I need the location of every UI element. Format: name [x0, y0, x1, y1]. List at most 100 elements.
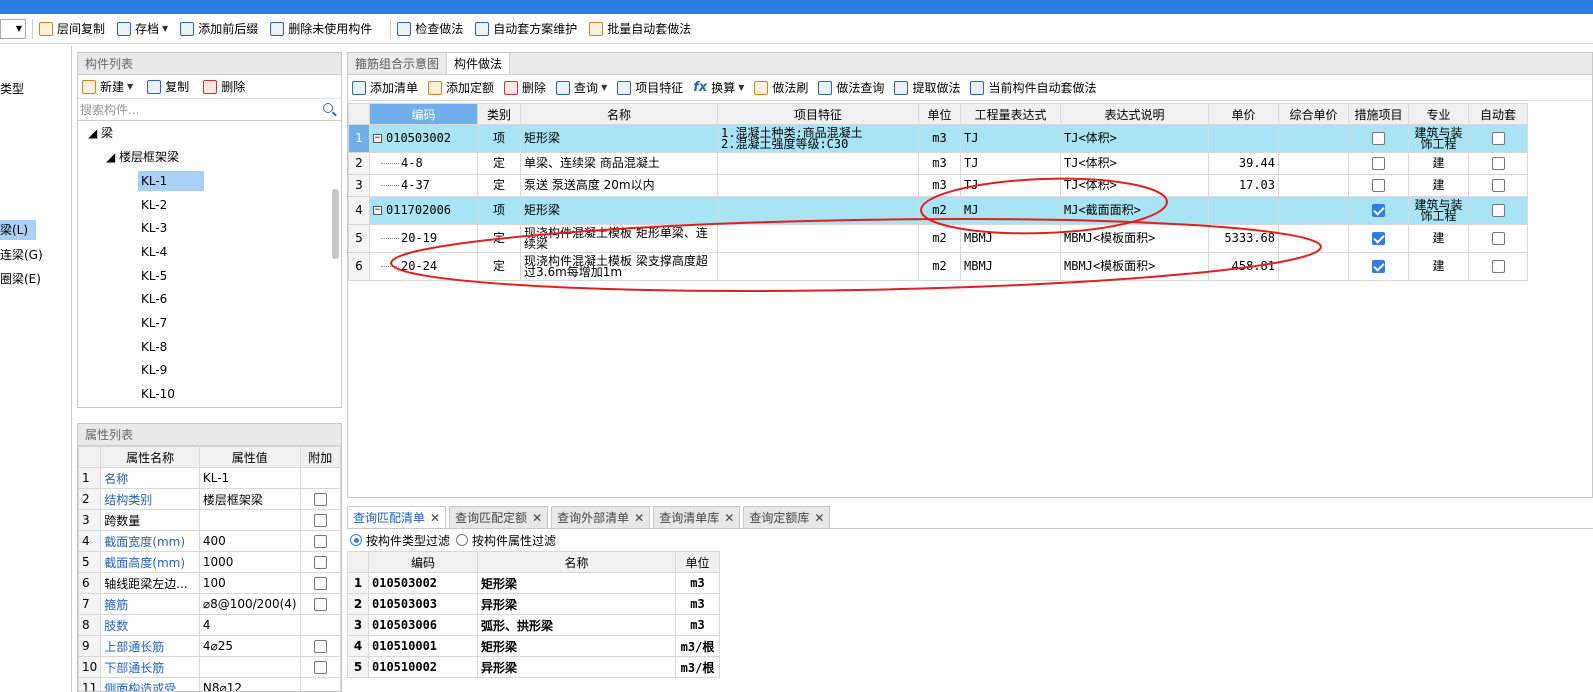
- property-row[interactable]: 1 名称 KL-1: [78, 467, 341, 489]
- property-row[interactable]: 8 肢数 4: [78, 614, 341, 636]
- row-number[interactable]: 4: [348, 196, 370, 225]
- grid-header-measure[interactable]: 措施项目: [1348, 103, 1409, 125]
- close-icon[interactable]: ✕: [634, 511, 644, 525]
- property-row[interactable]: 2 结构类别 楼层框架梁: [78, 488, 341, 510]
- tree-item[interactable]: KL-9: [141, 360, 167, 380]
- grid-header-cprice[interactable]: 综合单价: [1278, 103, 1349, 125]
- query-name[interactable]: 矩形梁: [477, 635, 676, 657]
- row-unit[interactable]: m2: [918, 224, 961, 253]
- query-unit[interactable]: m3: [675, 593, 720, 615]
- query-name[interactable]: 异形梁: [477, 593, 676, 615]
- row-cprice[interactable]: [1278, 124, 1349, 153]
- row-feature[interactable]: [717, 252, 919, 281]
- measure-checkbox[interactable]: [1372, 260, 1385, 273]
- filter-by-type-radio[interactable]: [350, 534, 362, 546]
- query-code[interactable]: 010510001: [368, 635, 478, 657]
- tree-item[interactable]: KL-8: [141, 337, 167, 357]
- auto-checkbox[interactable]: [1491, 232, 1505, 245]
- batch-auto-button[interactable]: 批量自动套做法: [589, 20, 691, 37]
- property-row[interactable]: 4 截面宽度(mm) 400: [78, 530, 341, 552]
- row-type[interactable]: 定: [477, 252, 521, 281]
- tree-item[interactable]: KL-10: [141, 384, 175, 404]
- row-number[interactable]: 6: [348, 252, 370, 281]
- row-expr[interactable]: TJ: [960, 174, 1061, 197]
- query-header-unit[interactable]: 单位: [675, 551, 720, 573]
- row-type[interactable]: 定: [477, 174, 521, 197]
- tree-item[interactable]: KL-6: [141, 289, 167, 309]
- row-major[interactable]: 建: [1408, 152, 1469, 175]
- row-desc[interactable]: MBMJ<模板面积>: [1060, 224, 1209, 253]
- row-type[interactable]: 定: [477, 152, 521, 175]
- property-row[interactable]: 7 箍筋 ⌀8@100/200(4): [78, 593, 341, 615]
- grid-header-code[interactable]: 编码: [369, 103, 478, 125]
- row-major[interactable]: 建: [1408, 174, 1469, 197]
- query-unit[interactable]: m3/根: [675, 635, 720, 657]
- method-row[interactable]: 5 20-19 定现浇构件混凝土模板 矩形单梁、连续梁 m2 MBMJ MBMJ<模板面积…: [348, 224, 1528, 253]
- query-header-code[interactable]: 编码: [368, 551, 478, 573]
- row-price[interactable]: 17.03: [1208, 174, 1279, 197]
- row-unit[interactable]: m2: [918, 252, 961, 281]
- query-header-name[interactable]: 名称: [477, 551, 676, 573]
- row-type[interactable]: 定: [477, 224, 521, 253]
- row-code[interactable]: 20-24: [369, 252, 478, 281]
- property-row[interactable]: 9 上部通长筋 4⌀25: [78, 635, 341, 657]
- row-name[interactable]: 现浇构件混凝土模板 梁支撑高度超过3.6m每增加1m: [520, 252, 718, 281]
- auto-checkbox[interactable]: [1491, 157, 1505, 170]
- tree-item[interactable]: KL-2: [141, 195, 167, 215]
- component-search-input[interactable]: 搜索构件...: [78, 99, 341, 121]
- row-number[interactable]: 3: [348, 174, 370, 197]
- row-cprice[interactable]: [1278, 252, 1349, 281]
- grid-header-feature[interactable]: 项目特征: [717, 103, 919, 125]
- add-prefix-suffix-button[interactable]: 添加前后缀: [180, 20, 258, 37]
- row-name[interactable]: 现浇构件混凝土模板 矩形单梁、连续梁: [520, 224, 718, 253]
- convert-button[interactable]: fx 换算 ▼: [693, 79, 744, 96]
- measure-checkbox[interactable]: [1372, 132, 1385, 145]
- tab-query-quota-library[interactable]: 查询定额库 ✕: [743, 506, 831, 528]
- measure-checkbox[interactable]: [1372, 179, 1385, 192]
- query-code[interactable]: 010503002: [368, 572, 478, 594]
- tab-component-method[interactable]: 构件做法: [447, 53, 511, 74]
- row-name[interactable]: 矩形梁: [520, 124, 718, 153]
- method-row[interactable]: 3 4-37 定泵送 泵送高度 20m以内 m3 TJ TJ<体积> 17.03 建: [348, 174, 1528, 197]
- row-number[interactable]: 5: [348, 224, 370, 253]
- query-code[interactable]: 010503003: [368, 593, 478, 615]
- query-unit[interactable]: m3/根: [675, 656, 720, 678]
- row-name[interactable]: 泵送 泵送高度 20m以内: [520, 174, 718, 197]
- row-unit[interactable]: m3: [918, 124, 961, 153]
- row-unit[interactable]: m2: [918, 196, 961, 225]
- method-brush-button[interactable]: 做法刷: [754, 79, 808, 96]
- property-value[interactable]: 楼层框架梁: [198, 488, 301, 510]
- tab-query-match-quota[interactable]: 查询匹配定额 ✕: [449, 506, 549, 528]
- query-button[interactable]: 查询 ▼: [556, 79, 607, 96]
- grid-header-expr[interactable]: 工程量表达式: [960, 103, 1061, 125]
- row-major[interactable]: 建筑与装饰工程: [1408, 124, 1469, 153]
- property-value[interactable]: [198, 509, 301, 531]
- extra-checkbox[interactable]: [313, 493, 327, 506]
- tree-item[interactable]: KL-7: [141, 313, 167, 333]
- property-value[interactable]: 4⌀25: [198, 635, 301, 657]
- extract-method-button[interactable]: 提取做法: [894, 79, 960, 96]
- method-row[interactable]: 2 4-8 定单梁、连续梁 商品混凝土 m3 TJ TJ<体积> 39.44 建: [348, 152, 1528, 175]
- property-value[interactable]: 100: [198, 572, 301, 594]
- filter-by-attr-radio[interactable]: [456, 534, 469, 546]
- row-name[interactable]: 单梁、连续梁 商品混凝土: [520, 152, 718, 175]
- query-row[interactable]: 1 010503002 矩形梁 m3: [347, 572, 720, 594]
- property-row[interactable]: 10 下部通长筋: [78, 656, 341, 678]
- row-type[interactable]: 项: [477, 196, 521, 225]
- auto-checkbox[interactable]: [1491, 132, 1505, 145]
- property-value[interactable]: KL-1: [198, 467, 301, 489]
- property-value[interactable]: 400: [198, 530, 301, 552]
- grid-header-unit[interactable]: 单位: [918, 103, 961, 125]
- property-row[interactable]: 5 截面高度(mm) 1000: [78, 551, 341, 573]
- add-quota-button[interactable]: 添加定额: [428, 79, 494, 96]
- grid-header-auto[interactable]: 自动套: [1468, 103, 1528, 125]
- row-price[interactable]: 5333.68: [1208, 224, 1279, 253]
- measure-checkbox[interactable]: [1372, 232, 1385, 245]
- tree-item[interactable]: KL-5: [141, 266, 167, 286]
- row-desc[interactable]: TJ<体积>: [1060, 152, 1209, 175]
- auto-checkbox[interactable]: [1491, 260, 1505, 273]
- row-major[interactable]: 建: [1408, 224, 1469, 253]
- row-expr[interactable]: MJ: [960, 196, 1061, 225]
- row-desc[interactable]: TJ<体积>: [1060, 124, 1209, 153]
- property-value[interactable]: [198, 656, 301, 678]
